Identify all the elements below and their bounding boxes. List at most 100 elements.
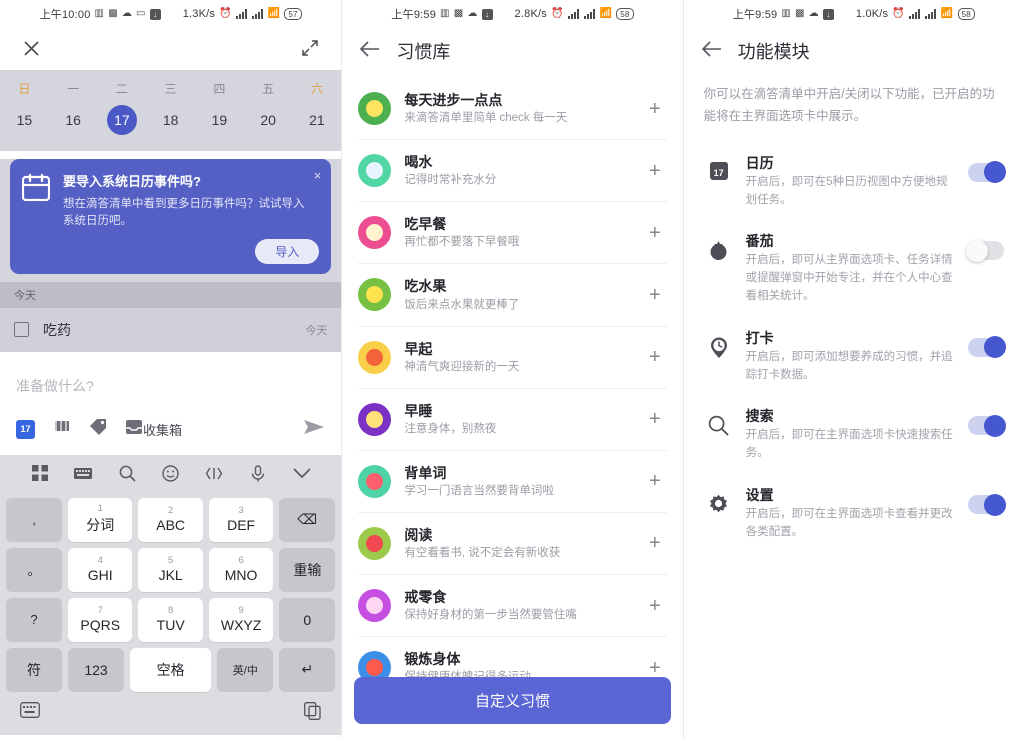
feature-module-row[interactable]: 打卡 开启后，即可添加想要养成的习惯，并追踪打卡数据。 bbox=[684, 317, 1024, 396]
habit-row[interactable]: 背单词 学习一门语言当然要背单词啦 + bbox=[358, 451, 667, 513]
task-row[interactable]: 吃药 今天 bbox=[0, 307, 342, 352]
calendar-day-1[interactable]: 16 bbox=[49, 99, 98, 141]
grid-icon[interactable] bbox=[18, 465, 62, 481]
expand-icon[interactable] bbox=[297, 35, 323, 61]
custom-habit-button[interactable]: 自定义习惯 bbox=[354, 677, 671, 724]
add-habit-icon[interactable]: + bbox=[643, 533, 667, 553]
habit-row[interactable]: 吃水果 饭后来点水果就更棒了 + bbox=[358, 264, 667, 327]
add-habit-icon[interactable]: + bbox=[643, 347, 667, 367]
feature-module-row[interactable]: 设置 开启后，即可在主界面选项卡查看并更改各类配置。 bbox=[684, 474, 1024, 553]
import-button[interactable]: 导入 bbox=[255, 238, 320, 264]
inbox-label[interactable]: 收集箱 bbox=[143, 420, 182, 439]
feature-module-row[interactable]: 搜索 开启后，即可在主界面选项卡快速搜索任务。 bbox=[684, 395, 1024, 474]
key-8[interactable]: 8 TUV bbox=[138, 597, 203, 642]
date-icon[interactable]: 17 bbox=[16, 419, 35, 439]
keyboard-switch-icon[interactable] bbox=[20, 701, 40, 725]
quick-add-input[interactable]: 准备做什么? bbox=[0, 358, 341, 412]
habit-text: 吃早餐 再忙都不要落下早餐哦 bbox=[404, 215, 630, 250]
habit-row[interactable]: 戒零食 保持好身材的第一步当然要管住嘴 + bbox=[358, 575, 667, 638]
key-6[interactable]: 6 MNO bbox=[208, 547, 274, 592]
module-toggle[interactable] bbox=[967, 336, 1006, 359]
calendar-icon: 17 bbox=[706, 153, 732, 180]
calendar-day-6[interactable]: 21 bbox=[293, 99, 342, 141]
code-icon[interactable] bbox=[193, 466, 237, 481]
feature-modules-note: 你可以在滴答清单中开启/关闭以下功能，已开启的功能将在主界面选项卡中展示。 bbox=[703, 87, 995, 123]
mic-icon[interactable] bbox=[236, 464, 280, 482]
habit-row[interactable]: 喝水 记得时常补充水分 + bbox=[358, 140, 667, 203]
add-habit-icon[interactable]: + bbox=[643, 223, 667, 243]
habit-row[interactable]: 阅读 有空看看书, 说不定会有新收获 + bbox=[358, 513, 667, 575]
enter-key[interactable]: ↵ bbox=[279, 647, 336, 692]
key-1[interactable]: 1 分词 bbox=[68, 497, 133, 542]
feature-module-row[interactable]: 番茄 开启后，即可从主界面选项卡、任务详情或提醒弹窗中开始专注，并在个人中心查看相… bbox=[684, 220, 1024, 316]
module-desc: 开启后，即可在5种日历视图中方便地规划任务。 bbox=[745, 175, 948, 206]
key-letters: JKL bbox=[158, 566, 183, 583]
key-7[interactable]: 7 PQRS bbox=[68, 597, 133, 642]
priority-icon[interactable] bbox=[53, 418, 71, 441]
key-question[interactable]: ? bbox=[6, 597, 62, 642]
feature-modules-header: 功能模块 bbox=[684, 26, 1024, 78]
close-icon[interactable] bbox=[18, 35, 44, 61]
calendar-day-4[interactable]: 19 bbox=[195, 99, 244, 141]
add-habit-icon[interactable]: + bbox=[643, 471, 667, 491]
habit-row[interactable]: 早睡 注意身体，别熬夜 + bbox=[358, 389, 667, 451]
back-arrow-icon[interactable] bbox=[701, 41, 722, 61]
chevron-down-icon[interactable] bbox=[280, 467, 324, 479]
add-habit-icon[interactable]: + bbox=[643, 285, 667, 305]
language-key[interactable]: 英/中 bbox=[217, 647, 274, 692]
backspace-key[interactable]: ⌫ bbox=[279, 497, 336, 542]
calendar-day-2-selected[interactable]: 17 bbox=[98, 99, 147, 141]
add-habit-icon[interactable]: + bbox=[643, 658, 667, 678]
habit-row[interactable]: 每天进步一点点 来滴答清单里简单 check 每一天 + bbox=[358, 78, 667, 141]
tag-icon[interactable] bbox=[89, 418, 107, 441]
clipboard-icon[interactable] bbox=[304, 701, 321, 725]
symbol-key[interactable]: 符 bbox=[6, 647, 62, 692]
habit-icon bbox=[358, 154, 392, 188]
key-9[interactable]: 9 WXYZ bbox=[208, 597, 274, 642]
calendar-day-5[interactable]: 20 bbox=[244, 99, 293, 141]
calendar-day-3[interactable]: 18 bbox=[146, 99, 195, 141]
back-arrow-icon[interactable] bbox=[360, 41, 380, 61]
key-letters: WXYZ bbox=[220, 616, 262, 633]
calendar-strip[interactable]: 日 一 二 三 四 五 六 15 16 17 18 19 20 21 bbox=[0, 70, 342, 151]
module-toggle[interactable] bbox=[967, 414, 1006, 437]
close-icon[interactable]: × bbox=[314, 168, 322, 183]
key-comma[interactable]: , bbox=[6, 497, 62, 542]
emoji-icon[interactable] bbox=[149, 464, 193, 482]
import-calendar-banner: 要导入系统日历事件吗? 想在滴答清单中看到更多日历事件吗？试试导入系统日历吧。 … bbox=[10, 159, 332, 274]
key-number: 8 bbox=[168, 605, 174, 617]
module-name: 番茄 bbox=[745, 233, 774, 250]
key-4[interactable]: 4 GHI bbox=[68, 547, 133, 592]
weekday-1: 一 bbox=[67, 82, 80, 96]
habit-desc: 再忙都不要落下早餐哦 bbox=[404, 236, 520, 249]
search-icon[interactable] bbox=[105, 465, 149, 482]
keyboard-icon[interactable] bbox=[62, 466, 106, 480]
feature-module-row[interactable]: 17 日历 开启后，即可在5种日历视图中方便地规划任务。 bbox=[684, 142, 1024, 221]
redo-key[interactable]: 重输 bbox=[279, 547, 336, 592]
key-period[interactable]: 。 bbox=[6, 547, 62, 592]
add-habit-icon[interactable]: + bbox=[643, 596, 667, 616]
key-3[interactable]: 3 DEF bbox=[208, 497, 274, 542]
module-toggle[interactable] bbox=[965, 239, 1004, 262]
key-5[interactable]: 5 JKL bbox=[138, 547, 203, 592]
key-0[interactable]: 0 bbox=[279, 597, 336, 642]
habit-desc: 神清气爽迎接新的一天 bbox=[404, 360, 520, 373]
module-toggle[interactable] bbox=[967, 493, 1006, 516]
add-habit-icon[interactable]: + bbox=[643, 409, 667, 429]
habit-desc: 记得时常补充水分 bbox=[404, 174, 497, 187]
habit-row[interactable]: 吃早餐 再忙都不要落下早餐哦 + bbox=[358, 202, 667, 265]
space-key[interactable]: 空格 bbox=[130, 647, 212, 692]
calendar-day-0[interactable]: 15 bbox=[0, 99, 49, 141]
key-2[interactable]: 2 ABC bbox=[138, 497, 203, 542]
checkbox-icon[interactable] bbox=[14, 322, 29, 337]
add-habit-icon[interactable]: + bbox=[643, 99, 667, 119]
number-mode-key[interactable]: 123 bbox=[68, 647, 124, 692]
send-icon[interactable] bbox=[303, 418, 325, 441]
calendar-icon: 17 bbox=[709, 161, 728, 180]
add-habit-icon[interactable]: + bbox=[643, 161, 667, 181]
module-toggle[interactable] bbox=[967, 161, 1006, 184]
habit-row[interactable]: 早起 神清气爽迎接新的一天 + bbox=[358, 327, 667, 389]
status-bar: 上午9:59 ▥ ▩ ☁ ↓ 1.0K/s ⏰ 📶 58 bbox=[684, 0, 1024, 26]
inbox-icon[interactable] bbox=[125, 418, 143, 441]
status-speed: 2.8K/s bbox=[514, 8, 547, 20]
